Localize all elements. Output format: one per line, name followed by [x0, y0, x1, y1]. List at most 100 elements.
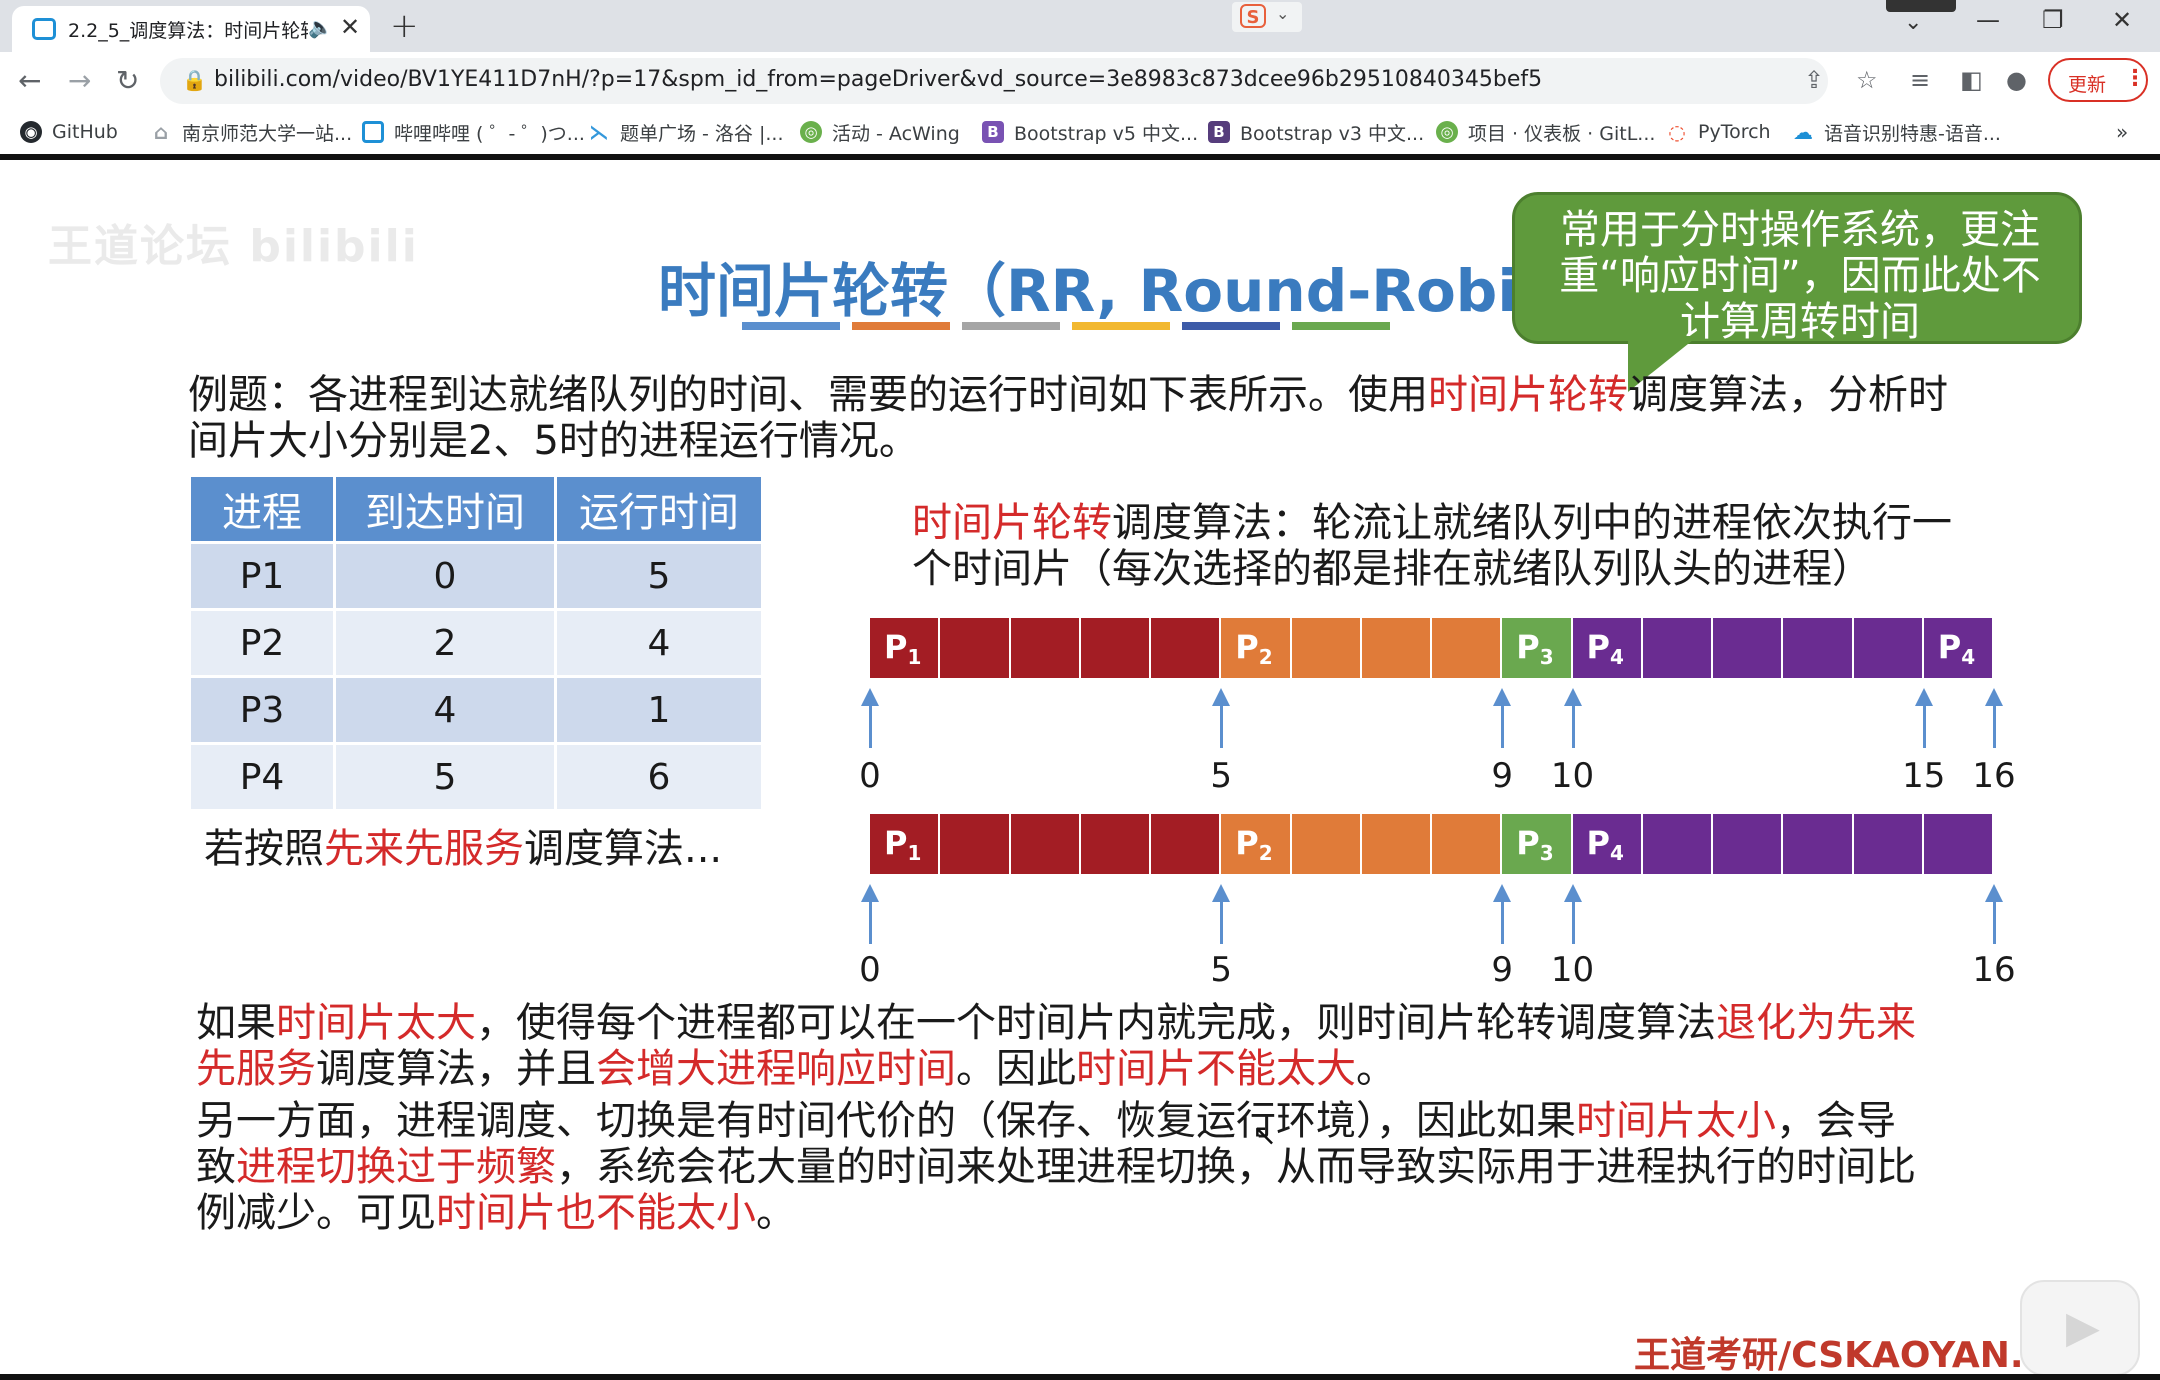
- table-cell: P2: [188, 608, 336, 678]
- menu-dots-icon: ⋮: [2124, 66, 2146, 91]
- browser-tab[interactable]: 2.2_5_调度算法：时间片轮转 🔈 ✕: [12, 6, 370, 52]
- gantt-cell-p4: [1642, 814, 1713, 874]
- bookmark-gitlab[interactable]: ◎ 项目 · 仪表板 · GitL...: [1436, 116, 1655, 148]
- time-tick-label: 10: [1550, 950, 1595, 990]
- conclusion-highlight: 会增大进程响应时间: [596, 1046, 956, 1092]
- gantt-cell-p1: [940, 618, 1011, 678]
- title-bar-segment: [1072, 322, 1170, 330]
- more-bookmarks-icon[interactable]: »: [2116, 120, 2128, 144]
- time-tick-label: 5: [1210, 950, 1233, 990]
- close-window-button[interactable]: ✕: [2112, 6, 2132, 34]
- minimize-button[interactable]: —: [1976, 6, 2000, 34]
- bilibili-favicon-icon: [32, 18, 56, 40]
- play-button[interactable]: ▶: [2020, 1280, 2140, 1376]
- update-label: 更新: [2068, 74, 2107, 96]
- url-text[interactable]: bilibili.com/video/BV1YE411D7nH/?p=17&sp…: [214, 67, 1542, 92]
- problem-text: 调度算法，分析时: [1628, 372, 1948, 418]
- conclusion-text: 。: [1356, 1046, 1396, 1092]
- gantt-label: P4: [1937, 628, 1976, 669]
- video-border: [0, 1374, 2160, 1380]
- extension-widget[interactable]: S ⌄: [1232, 2, 1302, 32]
- sogou-icon: S: [1240, 4, 1266, 28]
- gantt-label: P2: [1235, 824, 1273, 865]
- conclusion-highlight: 时间片太大: [276, 1000, 476, 1046]
- table-cell: 5: [554, 541, 764, 611]
- back-button[interactable]: ←: [18, 64, 41, 97]
- video-slide[interactable]: 王道论坛 bilibili 时间片轮转（RR, Round-Robin） 常用于…: [0, 160, 2160, 1376]
- bookmark-label: 活动 - AcWing: [832, 122, 960, 145]
- gantt-cell-p1: [1080, 814, 1151, 874]
- bookmark-star-icon[interactable]: ☆: [1856, 66, 1878, 94]
- bookmark-label: 南京师范大学一站...: [182, 122, 353, 145]
- address-bar[interactable]: 🔒 bilibili.com/video/BV1YE411D7nH/?p=17&…: [160, 58, 1878, 104]
- conclusion-highlight: 时间片太小: [1576, 1098, 1776, 1144]
- restore-button[interactable]: ❐: [2042, 6, 2064, 34]
- time-arrow: [1563, 884, 1582, 944]
- conclusion-text: 调度算法，并且: [316, 1046, 596, 1092]
- gantt-cell-p4: [1783, 814, 1854, 874]
- table-row: P2 2 4: [188, 608, 764, 678]
- bookmark-acwing[interactable]: ◎ 活动 - AcWing: [800, 116, 960, 148]
- play-icon: ▶: [2066, 1302, 2100, 1353]
- lock-icon[interactable]: 🔒: [182, 68, 207, 92]
- gantt-label: P1: [884, 824, 922, 865]
- title-bar-segment: [1292, 322, 1390, 330]
- gantt-cell-p1: P1: [870, 814, 941, 874]
- bookmark-luogu[interactable]: ⋋ 题单广场 - 洛谷 |...: [588, 116, 784, 148]
- cloud-icon: ☁: [1792, 120, 1814, 144]
- conclusion-line: 如果时间片太大，使得每个进程都可以在一个时间片内就完成，则时间片轮转调度算法退化…: [196, 1000, 1916, 1046]
- home-icon: ⌂: [150, 121, 172, 143]
- new-tab-button[interactable]: +: [390, 6, 419, 46]
- bookmark-pytorch[interactable]: ◌ PyTorch: [1666, 116, 1771, 148]
- bookmark-label: Bootstrap v3 中文...: [1240, 122, 1425, 145]
- gantt-cell-p4: [1783, 618, 1854, 678]
- conclusion-highlight: 先服务: [196, 1046, 316, 1092]
- gantt-cell-p1: [1010, 814, 1081, 874]
- gantt-label: P4: [1586, 628, 1624, 669]
- tab-close-icon[interactable]: ✕: [340, 13, 360, 41]
- time-tick-label: 5: [1210, 756, 1233, 796]
- update-button[interactable]: 更新 ⋮: [2048, 58, 2148, 102]
- tab-search-icon[interactable]: ⌄: [1904, 10, 1922, 35]
- bookmark-bootstrap-v3[interactable]: B Bootstrap v3 中文...: [1208, 116, 1424, 148]
- gantt-cell-p2: [1291, 814, 1362, 874]
- title-bar-segment: [852, 322, 950, 330]
- bookmark-label: 项目 · 仪表板 · GitL...: [1468, 122, 1656, 145]
- table-cell: 6: [554, 742, 764, 812]
- bookmark-njnu[interactable]: ⌂ 南京师范大学一站...: [150, 116, 352, 148]
- share-icon[interactable]: ⇪: [1804, 66, 1824, 94]
- title-bar-segment: [742, 322, 840, 330]
- time-arrow: [1493, 884, 1512, 944]
- bookmark-bilibili[interactable]: 哔哩哔哩 ( ゜- ゜)つ...: [362, 116, 585, 148]
- fcfs-text: 调度算法...: [524, 826, 723, 872]
- conclusion-line: 另一方面，进程调度、切换是有时间代价的（保存、恢复运行环境），因此如果时间片太小…: [196, 1098, 1916, 1144]
- problem-highlight: 时间片轮转: [1428, 372, 1628, 418]
- problem-line-1: 例题：各进程到达就绪队列的时间、需要的运行时间如下表所示。使用时间片轮转调度算法…: [188, 372, 1948, 418]
- forward-button[interactable]: →: [68, 64, 91, 97]
- gitlab-icon: ◎: [1436, 121, 1458, 143]
- gantt-cell-p4: P4: [1572, 618, 1643, 678]
- process-table: 进程 到达时间 运行时间 P1 0 5 P2 2 4 P3 4 1 P4 5 6: [188, 474, 764, 812]
- fcfs-highlight: 先来先服务: [324, 826, 524, 872]
- rr-definition-highlight: 时间片轮转: [912, 500, 1112, 546]
- bookmark-speech[interactable]: ☁ 语音识别特惠-语音...: [1792, 116, 2001, 148]
- gantt-cell-p3: P3: [1502, 814, 1573, 874]
- gantt-label: P3: [1516, 628, 1554, 669]
- table-cell: 4: [554, 608, 764, 678]
- gantt-timeline-2: P1 P2 P3 P4 0 5 9 10 16: [859, 814, 2016, 990]
- side-panel-icon[interactable]: ◧: [1960, 66, 1983, 94]
- gantt-cell-p2: P2: [1221, 814, 1292, 874]
- reload-button[interactable]: ↻: [116, 64, 139, 97]
- pytorch-icon: ◌: [1666, 121, 1688, 143]
- chevron-down-icon[interactable]: ⌄: [1276, 4, 1289, 23]
- bookmark-bootstrap-v5[interactable]: B Bootstrap v5 中文...: [982, 116, 1198, 148]
- reading-list-icon[interactable]: ≡: [1910, 66, 1930, 94]
- bookmark-github[interactable]: ◉ GitHub: [20, 116, 118, 148]
- profile-avatar-icon[interactable]: ●: [2006, 66, 2027, 94]
- table-row: P1 0 5: [188, 541, 764, 611]
- speaker-icon[interactable]: 🔈: [308, 15, 333, 39]
- gantt-cell-p2: [1291, 618, 1362, 678]
- time-arrow: [1493, 688, 1512, 748]
- time-arrow: [1914, 688, 1933, 748]
- time-tick-label: 9: [1491, 756, 1514, 796]
